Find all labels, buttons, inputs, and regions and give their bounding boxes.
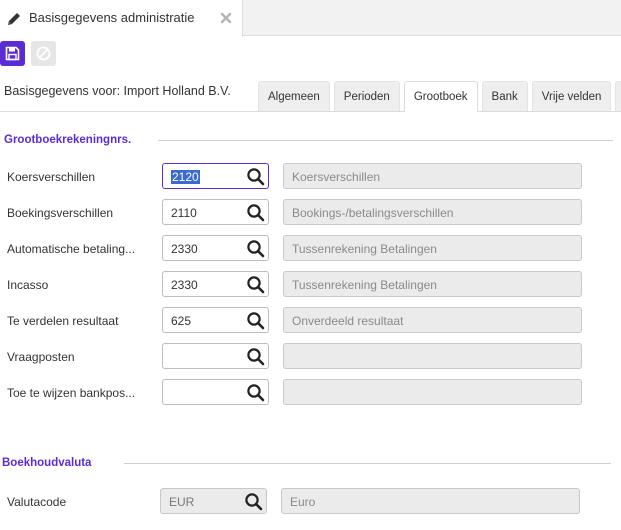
search-icon[interactable] [246,311,265,330]
ledger-code-value: 2330 [171,278,198,292]
ledger-description-field: Tussenrekening Betalingen [283,271,582,297]
ledger-code-value: 2120 [171,170,200,184]
field-label: Koersverschillen [7,170,96,184]
save-icon [5,46,20,61]
field-label: Incasso [7,278,49,292]
ledger-description-value: Tussenrekening Betalingen [292,242,437,256]
ledger-description-value: Tussenrekening Betalingen [292,278,437,292]
tab-grootboek[interactable]: Grootboek [403,81,478,112]
ledger-code-input[interactable]: 2110 [162,199,269,225]
tab-bar: Algemeen Perioden Grootboek Bank Vrije v… [258,81,621,112]
field-label: Vraagposten [7,350,75,364]
ledger-code-input[interactable]: 2330 [162,235,269,261]
ledger-code-value: 625 [171,314,192,328]
section-divider [124,463,611,464]
pencil-icon [8,13,20,25]
search-icon[interactable] [246,275,265,294]
ledger-description-field [283,379,582,405]
record-label: Basisgegevens voor: Import Holland B.V. [4,84,231,98]
ledger-description-value: Onverdeeld resultaat [292,314,404,328]
currency-code-value: EUR [169,495,195,509]
search-icon[interactable] [246,383,265,402]
tab-bank[interactable]: Bank [481,81,528,111]
field-label: Valutacode [7,495,67,509]
window-tab-title: Basisgegevens administratie [29,10,195,25]
field-label: Boekingsverschillen [7,206,114,220]
currency-code-input[interactable]: EUR [160,488,267,514]
window-tab[interactable]: Basisgegevens administratie [0,0,243,37]
field-label: Automatische betaling... [7,242,136,256]
section-title-currency: Boekhoudvaluta [2,457,92,469]
search-icon[interactable] [246,347,265,366]
field-label: Te verdelen resultaat [7,314,119,328]
section-divider [158,140,613,141]
ledger-code-input[interactable]: 2120 [162,163,269,189]
save-button[interactable] [0,41,25,66]
currency-description-value: Euro [290,495,316,509]
search-icon[interactable] [246,167,265,186]
currency-description-field: Euro [281,488,580,514]
search-icon[interactable] [244,492,263,511]
detail-header: Basisgegevens voor: Import Holland B.V. … [0,76,621,112]
tab-vrije-velden[interactable]: Vrije velden [531,81,612,111]
ledger-description-field: Koersverschillen [283,163,582,189]
ledger-code-value: 2330 [171,242,198,256]
close-icon[interactable] [219,11,233,25]
tab-overflow[interactable]: L [615,81,621,111]
search-icon[interactable] [246,203,265,222]
ledger-code-input[interactable]: 625 [162,307,269,333]
ledger-code-input[interactable] [162,343,269,369]
tab-perioden[interactable]: Perioden [333,81,400,111]
tab-algemeen[interactable]: Algemeen [258,81,330,111]
ledger-code-input[interactable] [162,379,269,405]
ledger-description-field [283,343,582,369]
toolbar [0,37,621,71]
ledger-code-input[interactable]: 2330 [162,271,269,297]
ledger-description-value: Koersverschillen [292,170,381,184]
search-icon[interactable] [246,239,265,258]
ledger-description-field: Tussenrekening Betalingen [283,235,582,261]
field-label: Toe te wijzen bankpos... [7,386,136,400]
section-title-ledger: Grootboekrekeningnrs. [4,134,132,146]
cancel-icon [36,46,51,61]
cancel-button[interactable] [31,41,56,66]
ledger-description-field: Onverdeeld resultaat [283,307,582,333]
ledger-code-value: 2110 [171,206,197,220]
ledger-description-field: Bookings-/betalingsverschillen [283,199,582,225]
ledger-description-value: Bookings-/betalingsverschillen [292,206,454,220]
